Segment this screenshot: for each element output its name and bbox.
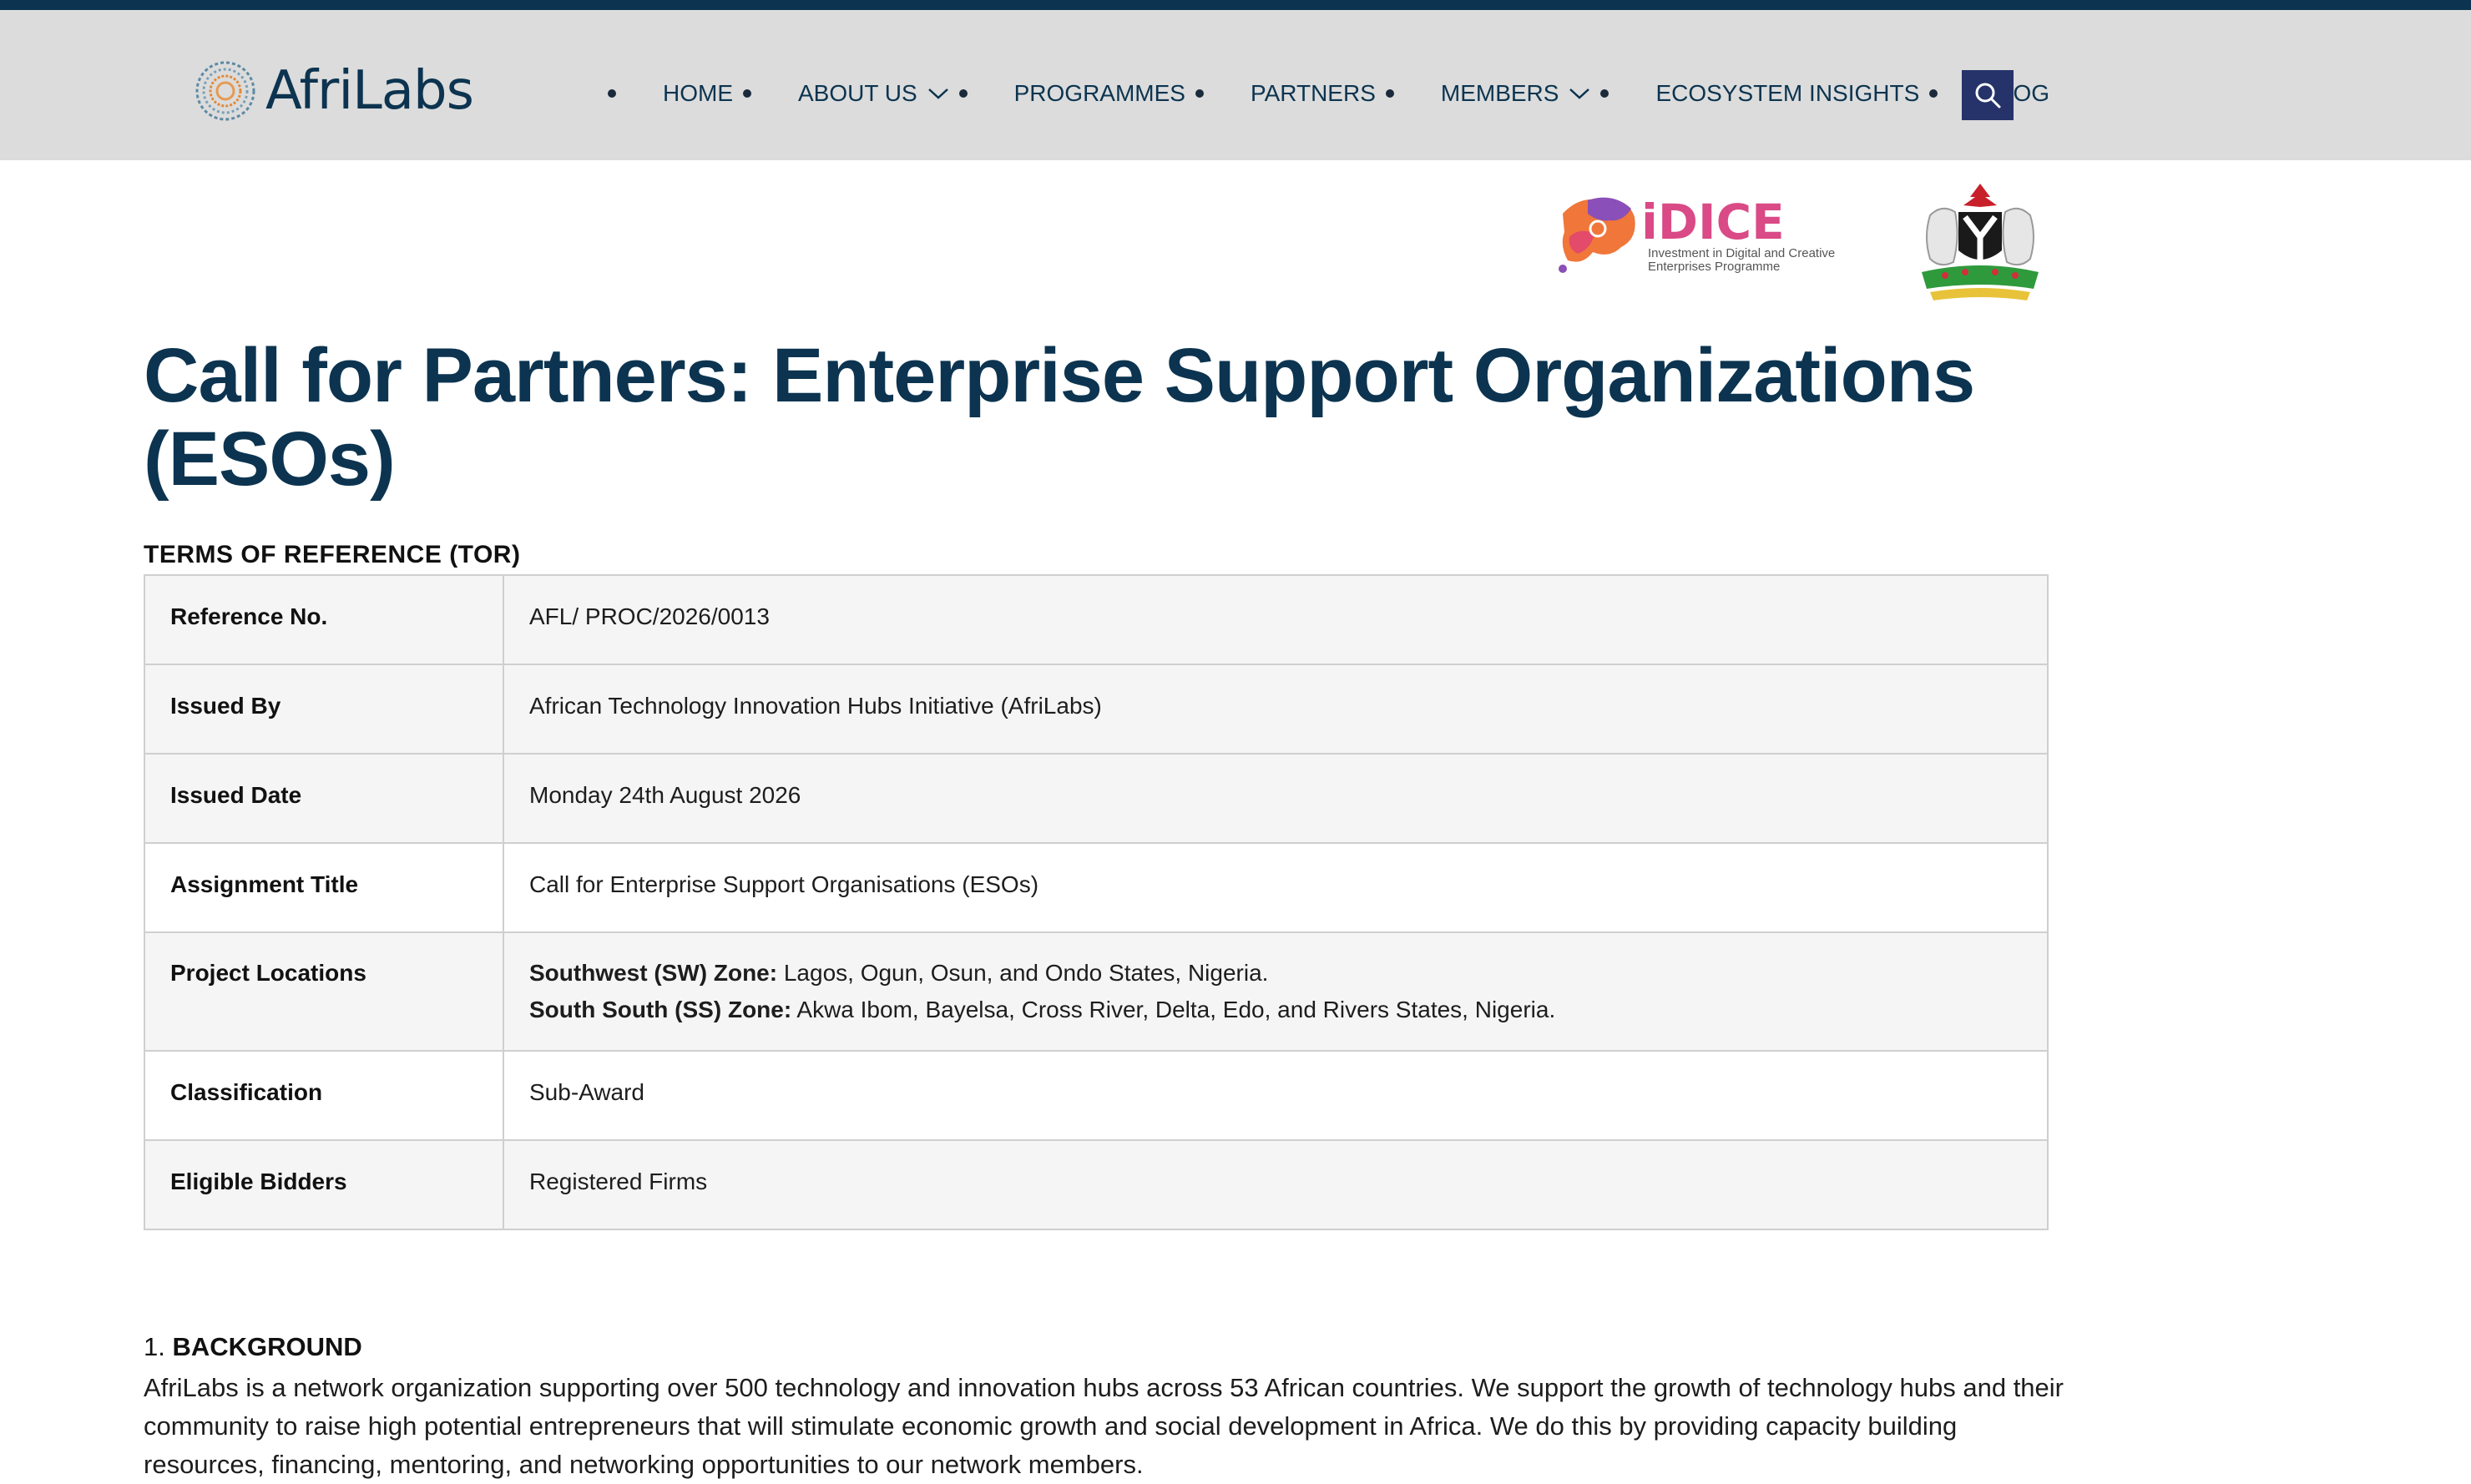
table-row: Issued Date Monday 24th August 2026	[144, 753, 2049, 844]
row-label: Assignment Title	[170, 871, 359, 897]
main-nav: HOME ABOUT US PROGRAMMES PARTNERS MEMBER…	[601, 67, 2053, 120]
search-icon	[1975, 83, 2001, 109]
afrilabs-logo[interactable]: AfriLabs	[194, 53, 474, 129]
afrilabs-logo-icon	[195, 61, 255, 121]
logo-text: AfriLabs	[265, 60, 474, 122]
background-heading: 1. BACKGROUND	[144, 1332, 362, 1362]
site-header: AfriLabs HOME ABOUT US PROGRAMMES PARTNE…	[0, 10, 2471, 160]
nav-about-us-label: ABOUT US	[798, 80, 917, 106]
location-zone-ss: South South (SS) Zone:	[529, 997, 792, 1022]
row-value: Monday 24th August 2026	[529, 782, 801, 808]
row-value: Sub-Award	[529, 1079, 645, 1105]
row-value: AFL/ PROC/2026/0013	[529, 603, 770, 629]
table-row: Issued By African Technology Innovation …	[144, 664, 2049, 755]
table-row: Eligible Bidders Registered Firms	[144, 1139, 2049, 1230]
nav-members-label: MEMBERS	[1440, 80, 1559, 106]
table-row: Reference No. AFL/ PROC/2026/0013	[144, 574, 2049, 665]
location-states-sw: Lagos, Ogun, Osun, and Ondo States, Nige…	[777, 960, 1269, 986]
partner-logos: iDICE Investment in Digital and Creative…	[1554, 184, 2055, 304]
nav-partners[interactable]: PARTNERS	[1247, 80, 1379, 107]
background-number: 1.	[144, 1332, 165, 1361]
row-label: Issued By	[170, 693, 281, 719]
location-line-sw: Southwest (SW) Zone: Lagos, Ogun, Osun, …	[529, 955, 2022, 992]
nav-ecosystem-insights[interactable]: ECOSYSTEM INSIGHTS	[1652, 80, 1923, 107]
nav-bullet	[1929, 89, 1938, 98]
location-line-ss: South South (SS) Zone: Akwa Ibom, Bayels…	[529, 992, 2022, 1028]
nav-bullet	[1195, 89, 1204, 98]
idice-subtitle-2: Enterprises Programme	[1648, 260, 1780, 274]
tor-table: Reference No. AFL/ PROC/2026/0013 Issued…	[144, 574, 2049, 1230]
row-label: Issued Date	[170, 782, 302, 808]
nav-members[interactable]: MEMBERS	[1438, 80, 1594, 107]
tor-heading: TERMS OF REFERENCE (TOR)	[144, 541, 521, 568]
top-accent-bar	[0, 0, 2471, 10]
location-states-ss: Akwa Ibom, Bayelsa, Cross River, Delta, …	[791, 997, 1556, 1022]
nav-bullet	[958, 89, 968, 98]
background-paragraph: AfriLabs is a network organization suppo…	[144, 1373, 2064, 1479]
search-button[interactable]	[1962, 70, 2014, 120]
nav-bullet	[1385, 89, 1394, 98]
row-value: African Technology Innovation Hubs Initi…	[529, 693, 1102, 719]
nigeria-coat-of-arms-icon	[1922, 184, 2039, 300]
idice-subtitle-1: Investment in Digital and Creative	[1648, 246, 1835, 260]
background-heading-text: BACKGROUND	[172, 1332, 362, 1361]
row-label: Reference No.	[170, 603, 328, 629]
table-row: Project Locations Southwest (SW) Zone: L…	[144, 931, 2049, 1052]
row-value: Call for Enterprise Support Organisation…	[529, 871, 1039, 897]
idice-logo: iDICE Investment in Digital and Creative…	[1559, 194, 1835, 274]
nav-home[interactable]: HOME	[659, 80, 736, 107]
row-value: Registered Firms	[529, 1169, 708, 1194]
row-label: Eligible Bidders	[170, 1169, 347, 1194]
table-row: Classification Sub-Award	[144, 1050, 2049, 1141]
chevron-down-icon	[927, 88, 948, 99]
nav-bullet	[743, 89, 751, 98]
idice-title: iDICE	[1641, 194, 1785, 250]
chevron-down-icon	[1569, 88, 1590, 99]
nav-about-us[interactable]: ABOUT US	[795, 80, 953, 107]
row-label: Project Locations	[170, 960, 366, 986]
row-label: Classification	[170, 1079, 323, 1105]
table-row: Assignment Title Call for Enterprise Sup…	[144, 842, 2049, 933]
nav-bullet	[608, 89, 616, 98]
nav-programmes[interactable]: PROGRAMMES	[1011, 80, 1189, 107]
row-value: Southwest (SW) Zone: Lagos, Ogun, Osun, …	[529, 933, 2022, 1050]
page-title: Call for Partners: Enterprise Support Or…	[144, 333, 1975, 502]
nav-bullet	[1600, 89, 1609, 98]
location-zone-sw: Southwest (SW) Zone:	[529, 960, 778, 986]
